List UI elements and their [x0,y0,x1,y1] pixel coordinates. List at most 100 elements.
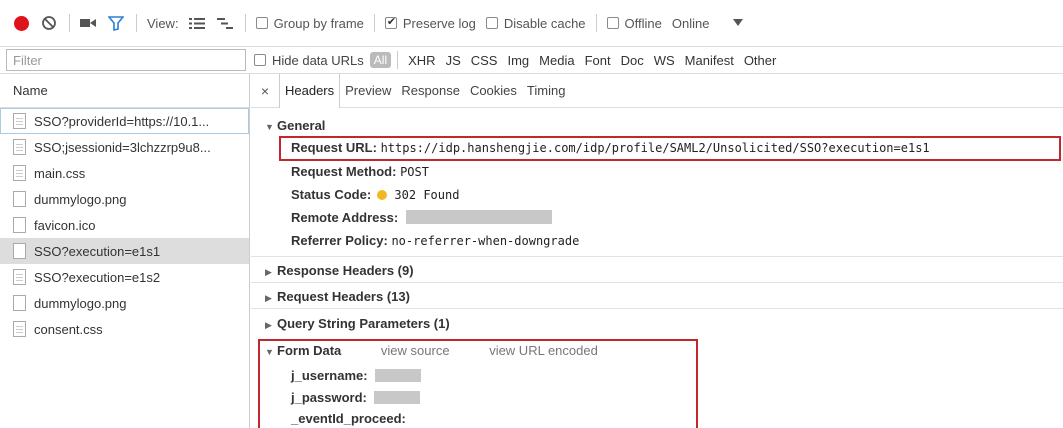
request-row[interactable]: favicon.ico [0,212,249,238]
view-label: View: [147,15,179,31]
preserve-log-label: Preserve log [402,15,476,31]
request-name: dummylogo.png [34,295,127,311]
clear-button[interactable] [41,15,57,31]
tab-preview[interactable]: Preview [340,74,396,108]
filter-type-doc[interactable]: Doc [621,53,644,68]
request-row[interactable]: main.css [0,160,249,186]
filter-type-font[interactable]: Font [585,53,611,68]
tab-response[interactable]: Response [396,74,465,108]
filter-type-css[interactable]: CSS [471,53,498,68]
offline-checkbox[interactable] [606,17,619,29]
request-row[interactable]: dummylogo.png [0,186,249,212]
request-list-panel: Name SSO?providerId=https://10.1... SSO;… [0,74,250,428]
document-icon [13,139,26,155]
view-url-encoded-link[interactable]: view URL encoded [489,343,598,358]
image-file-icon [13,295,26,311]
filter-divider [397,51,399,69]
status-code-row: Status Code: 302 Found [291,187,459,202]
preserve-log-checkbox[interactable] [384,15,397,29]
filter-type-media[interactable]: Media [539,53,574,68]
collapsed-triangle-icon: ▶ [265,293,272,303]
request-headers-title: Request Headers (13) [277,289,410,304]
screenshot-button[interactable] [80,17,96,29]
offline-label: Offline [624,15,662,31]
list-icon [188,17,205,29]
request-name: SSO?providerId=https://10.1... [34,113,210,129]
tab-headers[interactable]: Headers [279,73,341,108]
request-name: SSO?execution=e1s1 [34,243,161,259]
form-data-section-header[interactable]: ▼ Form Data view source view URL encoded [265,343,598,358]
filter-type-other[interactable]: Other [744,53,777,68]
request-row[interactable]: SSO?providerId=https://10.1... [0,108,249,134]
throttling-dropdown[interactable] [733,19,744,27]
response-headers-section[interactable]: ▶ Response Headers (9) [265,263,414,278]
filter-type-xhr[interactable]: XHR [408,53,435,68]
general-title: General [277,118,326,133]
filter-type-img[interactable]: Img [507,53,529,68]
name-column-header[interactable]: Name [0,74,249,108]
filter-bar: Hide data URLs All XHR JS CSS Img Media … [0,46,1063,74]
filter-input[interactable] [6,49,246,71]
document-icon [13,269,26,285]
request-list: SSO?providerId=https://10.1... SSO;jsess… [0,108,249,342]
redacted-value [375,369,422,382]
hide-data-urls-checkbox[interactable] [254,54,266,66]
image-file-icon [13,217,26,233]
username-label: j_username: [291,368,368,383]
redacted-value [374,391,421,404]
collapsed-triangle-icon: ▶ [265,320,272,330]
expanded-triangle-icon: ▼ [265,347,274,357]
filter-type-manifest[interactable]: Manifest [685,53,734,68]
query-string-title: Query String Parameters (1) [277,316,450,331]
request-name: consent.css [34,321,103,337]
large-rows-button[interactable] [188,17,205,30]
disable-cache-checkbox[interactable] [485,17,498,29]
filter-type-js[interactable]: JS [446,53,461,68]
request-method-row: Request Method: POST [291,164,429,179]
toolbar-divider [69,14,70,32]
event-id-row: _eventId_proceed: [291,411,406,426]
request-row[interactable]: consent.css [0,316,249,342]
status-code-label: Status Code: [291,187,372,202]
tab-timing[interactable]: Timing [522,74,571,108]
image-file-icon [13,191,26,207]
general-section-header[interactable]: ▼ General [265,118,325,133]
request-row[interactable]: SSO?execution=e1s2 [0,264,249,290]
throttling-select[interactable]: Online [672,16,710,31]
overview-button[interactable] [216,17,233,30]
request-row[interactable]: SSO;jsessionid=3lchzzrp9u8... [0,134,249,160]
request-row[interactable]: dummylogo.png [0,290,249,316]
filter-type-ws[interactable]: WS [654,53,675,68]
hide-data-urls-label: Hide data URLs [272,52,364,68]
toolbar-divider [373,14,375,32]
remote-address-row: Remote Address: [291,210,552,225]
tab-cookies[interactable]: Cookies [465,74,522,108]
request-details-panel: × Headers Preview Response Cookies Timin… [251,73,1063,428]
request-name: favicon.ico [34,217,96,233]
status-code-value: 302 Found [394,188,460,202]
section-divider [251,282,1063,283]
request-row-selected[interactable]: SSO?execution=e1s1 [0,238,249,264]
record-icon [14,15,29,31]
close-icon[interactable]: × [251,83,279,99]
details-tabs: × Headers Preview Response Cookies Timin… [251,73,1063,108]
disable-cache-label: Disable cache [503,15,586,31]
filter-type-all[interactable]: All [369,52,392,68]
referrer-policy-value: no-referrer-when-downgrade [391,234,580,248]
document-icon [13,113,26,129]
network-toolbar: View: Group by frame Preserve log Disabl… [0,0,1063,46]
toolbar-divider [244,14,246,32]
event-id-label: _eventId_proceed: [291,411,406,426]
dropdown-arrow-icon [733,19,744,26]
group-by-frame-checkbox[interactable] [255,17,268,29]
password-row: j_password: [291,390,421,405]
redacted-value [405,210,552,224]
view-source-link[interactable]: view source [381,343,450,358]
request-headers-section[interactable]: ▶ Request Headers (13) [265,289,410,304]
record-button[interactable] [14,15,29,31]
query-string-section[interactable]: ▶ Query String Parameters (1) [265,316,450,331]
remote-address-label: Remote Address: [291,210,399,225]
document-icon [13,243,26,259]
filter-toggle-button[interactable] [108,15,124,31]
request-name: dummylogo.png [34,191,127,207]
